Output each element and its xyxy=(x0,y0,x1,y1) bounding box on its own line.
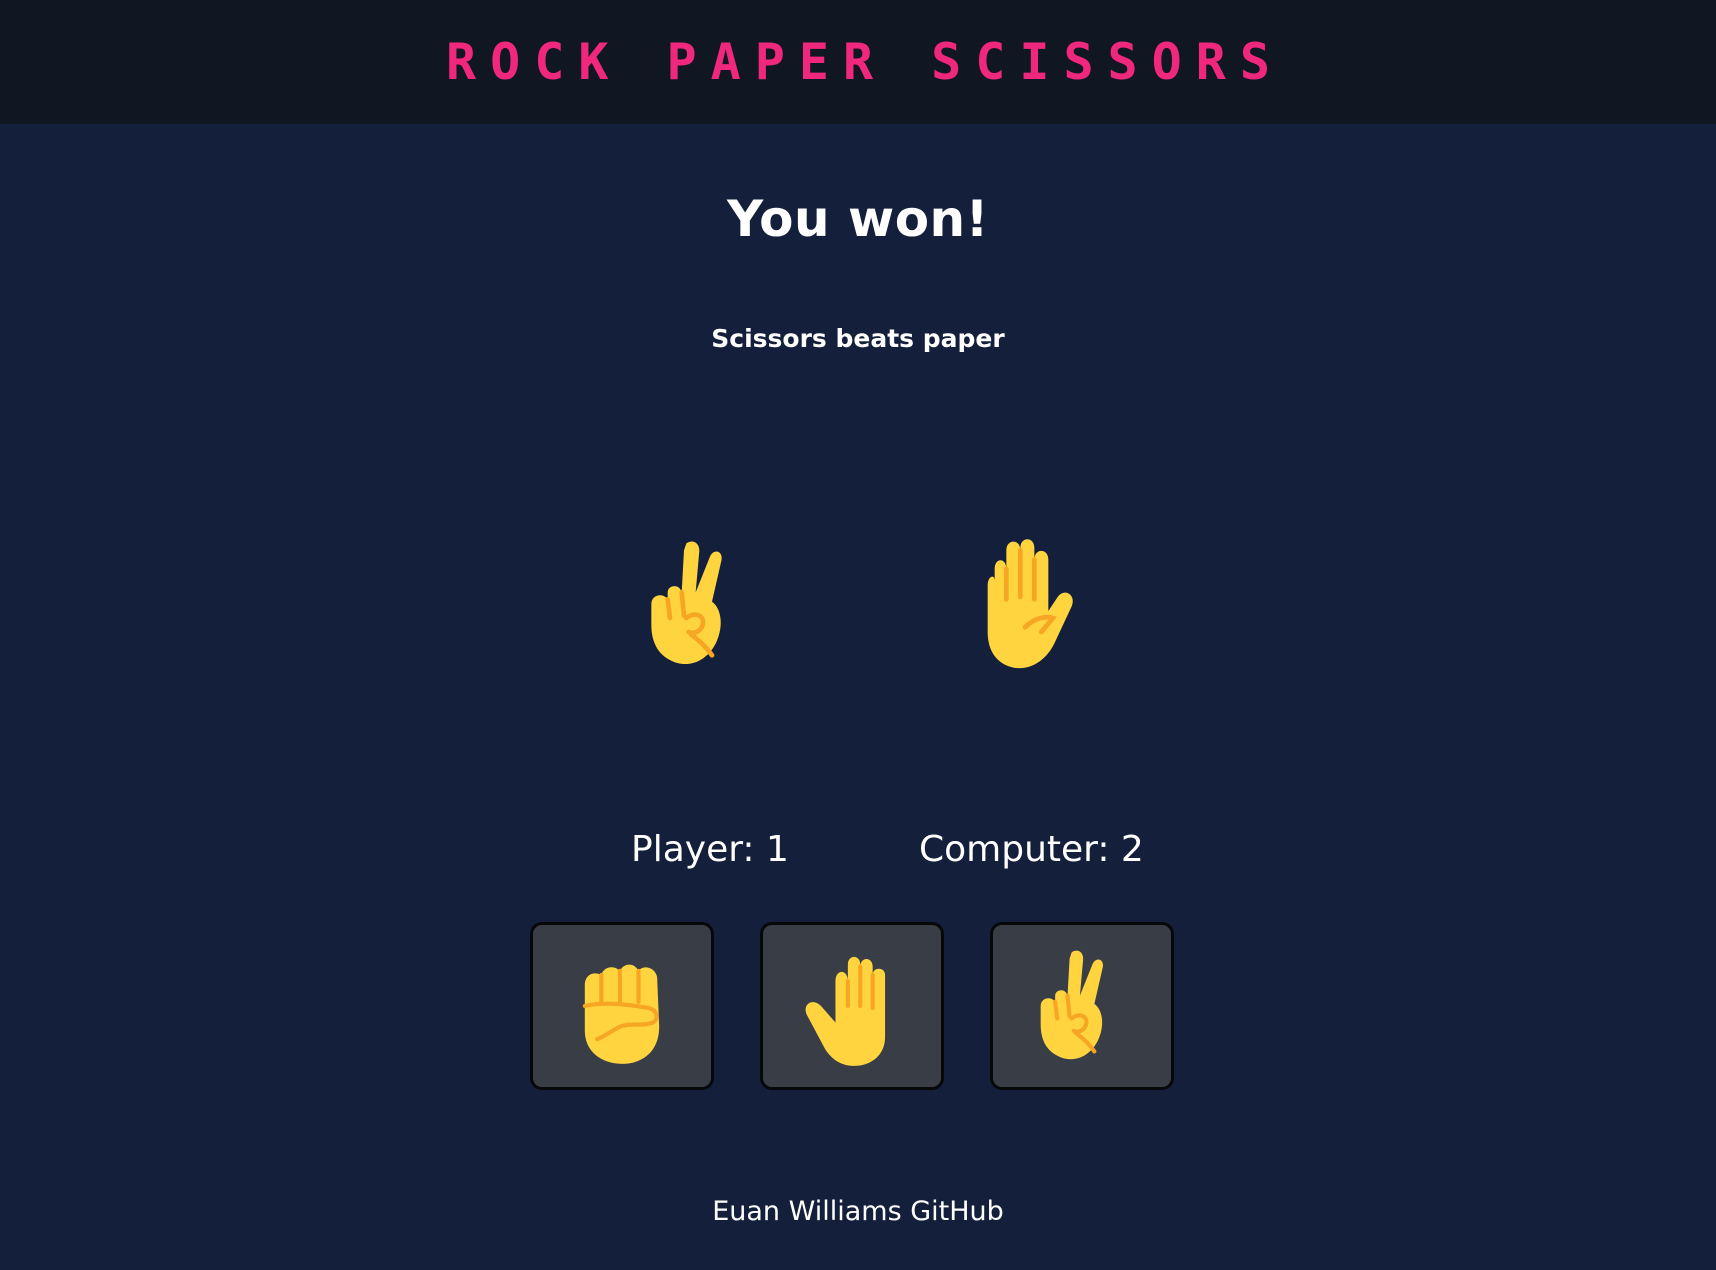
footer: Euan Williams GitHub xyxy=(0,1196,1716,1227)
game-title: Rock Paper Scissors xyxy=(446,33,1284,91)
player-choice-victory-hand-icon xyxy=(628,534,768,674)
rock-button[interactable] xyxy=(530,922,714,1090)
result-reason: Scissors beats paper xyxy=(711,324,1005,353)
computer-score: Computer: 2 xyxy=(919,829,1144,870)
player-score: Player: 1 xyxy=(631,829,789,870)
computer-choice-raised-hand-icon xyxy=(948,534,1088,674)
victory-hand-icon xyxy=(1020,944,1144,1068)
result-message: You won! xyxy=(727,190,989,248)
scissors-button[interactable] xyxy=(990,922,1174,1090)
header: Rock Paper Scissors xyxy=(0,0,1716,124)
paper-button[interactable] xyxy=(760,922,944,1090)
choice-buttons xyxy=(530,922,1174,1090)
game-area: You won! Scissors beats paper Player: 1 … xyxy=(0,124,1716,1270)
raised-fist-icon xyxy=(560,944,684,1068)
raised-back-of-hand-icon xyxy=(790,944,914,1068)
github-link[interactable]: Euan Williams GitHub xyxy=(712,1196,1004,1227)
